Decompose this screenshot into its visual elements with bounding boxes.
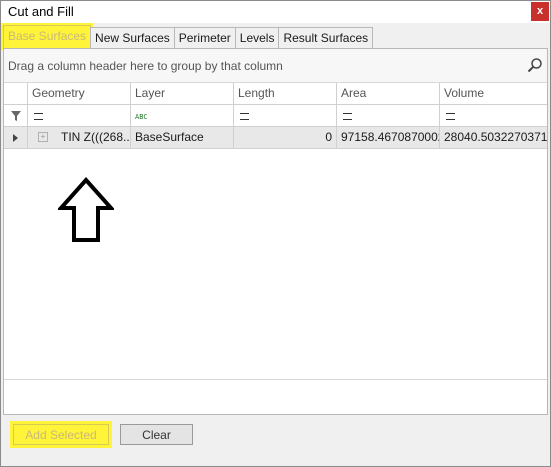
table-row[interactable]: + TIN Z(((268... BaseSurface 0 97158.467… <box>4 127 547 149</box>
title-bar: Cut and Fill x <box>1 1 550 23</box>
filter-length[interactable] <box>234 105 337 126</box>
expand-arrow-icon[interactable] <box>12 133 20 143</box>
geometry-value: TIN Z(((268... <box>61 130 131 144</box>
cell-geometry[interactable]: + TIN Z(((268... <box>28 127 131 148</box>
cell-volume[interactable]: 28040.5032270371 <box>440 127 547 148</box>
equals-icon <box>34 113 43 120</box>
tab-base-surfaces[interactable]: Base Surfaces <box>3 25 92 48</box>
tab-perimeter[interactable]: Perimeter <box>173 27 236 48</box>
filter-indicator-cell <box>4 105 28 126</box>
filter-layer[interactable]: ABC <box>131 105 234 126</box>
column-header-geometry[interactable]: Geometry <box>28 83 131 104</box>
cell-length[interactable]: 0 <box>234 127 337 148</box>
tab-result-surfaces[interactable]: Result Surfaces <box>278 27 374 48</box>
cut-and-fill-window: Cut and Fill x Base Surfaces New Surface… <box>0 0 551 467</box>
filter-row: ABC <box>4 105 547 127</box>
column-header-layer[interactable]: Layer <box>131 83 234 104</box>
group-hint-text: Drag a column header here to group by th… <box>8 59 283 73</box>
tab-levels[interactable]: Levels <box>234 27 280 48</box>
plus-icon[interactable]: + <box>38 132 48 142</box>
group-by-bar[interactable]: Drag a column header here to group by th… <box>4 49 547 83</box>
clear-button[interactable]: Clear <box>120 424 193 445</box>
tab-bar: Base Surfaces New Surfaces Perimeter Lev… <box>3 25 374 48</box>
equals-icon <box>446 113 455 120</box>
equals-icon <box>240 113 249 120</box>
tab-new-surfaces[interactable]: New Surfaces <box>90 27 175 48</box>
filter-icon[interactable] <box>10 110 22 122</box>
filter-area[interactable] <box>337 105 440 126</box>
equals-icon <box>343 113 352 120</box>
cell-layer[interactable]: BaseSurface <box>131 127 234 148</box>
column-header-area[interactable]: Area <box>337 83 440 104</box>
filter-geometry[interactable] <box>28 105 131 126</box>
window-title: Cut and Fill <box>8 4 74 19</box>
filter-volume[interactable] <box>440 105 547 126</box>
column-header-length[interactable]: Length <box>234 83 337 104</box>
up-arrow-icon <box>58 177 114 242</box>
header-indicator-cell <box>4 83 28 104</box>
grid-footer-divider <box>4 379 547 380</box>
column-header-volume[interactable]: Volume <box>440 83 547 104</box>
cell-area[interactable]: 97158.4670870002 <box>337 127 440 148</box>
close-button[interactable]: x <box>531 2 549 21</box>
text-filter-icon: ABC <box>135 113 148 121</box>
column-header-row: Geometry Layer Length Area Volume <box>4 83 547 105</box>
add-selected-button[interactable]: Add Selected <box>13 424 109 445</box>
search-icon[interactable] <box>527 57 543 73</box>
row-indicator-cell[interactable] <box>4 127 28 148</box>
